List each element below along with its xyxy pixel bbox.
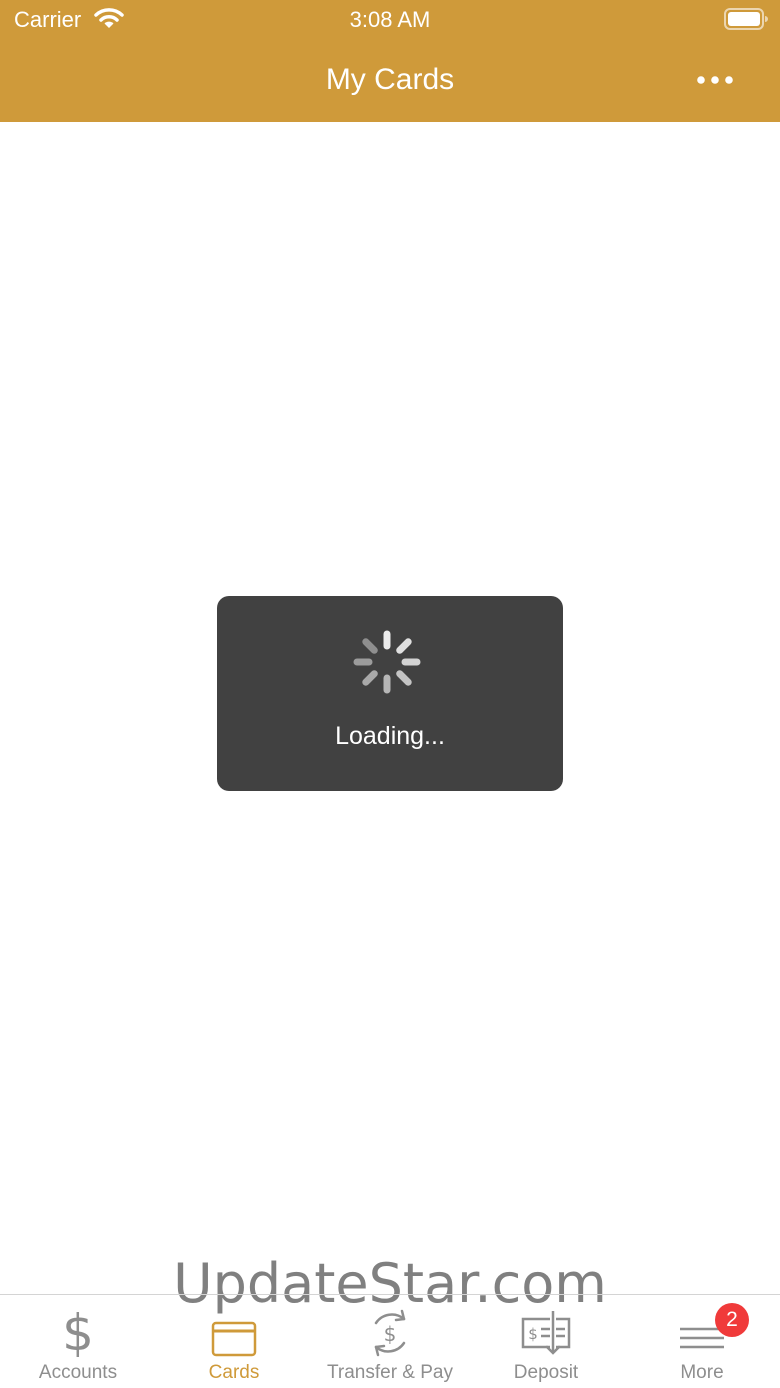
card-icon — [211, 1321, 257, 1357]
loading-text: Loading... — [335, 722, 445, 750]
spinner-icon — [353, 630, 421, 694]
tab-label-more: More — [680, 1362, 724, 1383]
dollar-icon: $ — [62, 1305, 94, 1357]
svg-text:$: $ — [528, 1325, 538, 1343]
tab-label-cards: Cards — [208, 1362, 260, 1383]
tab-bar: $ Accounts Cards $ Transfer & Pay $ Depo… — [0, 1294, 780, 1388]
check-deposit-icon: $ — [521, 1311, 571, 1355]
tab-deposit[interactable]: $ Deposit — [468, 1295, 624, 1388]
transfer-icon: $ — [374, 1309, 406, 1357]
notification-badge: 2 — [715, 1303, 749, 1337]
page-title: My Cards — [325, 63, 455, 96]
ellipsis-icon — [697, 76, 733, 84]
battery-icon — [724, 8, 768, 30]
tab-more[interactable]: More — [624, 1295, 780, 1388]
header: Carrier 3:08 AM My Cards — [0, 0, 780, 122]
tab-cards[interactable]: Cards — [156, 1295, 312, 1388]
svg-text:$: $ — [384, 1322, 397, 1346]
svg-text:$: $ — [62, 1305, 94, 1357]
status-time: 3:08 AM — [349, 7, 431, 32]
more-options-button[interactable] — [690, 62, 740, 98]
tab-transfer-pay[interactable]: $ Transfer & Pay — [312, 1295, 468, 1388]
status-bar: Carrier 3:08 AM — [0, 0, 780, 40]
tab-label-deposit: Deposit — [513, 1362, 579, 1383]
tab-label-transfer-pay: Transfer & Pay — [326, 1362, 453, 1383]
tab-label-accounts: Accounts — [38, 1362, 118, 1383]
tab-accounts[interactable]: $ Accounts — [0, 1295, 156, 1388]
